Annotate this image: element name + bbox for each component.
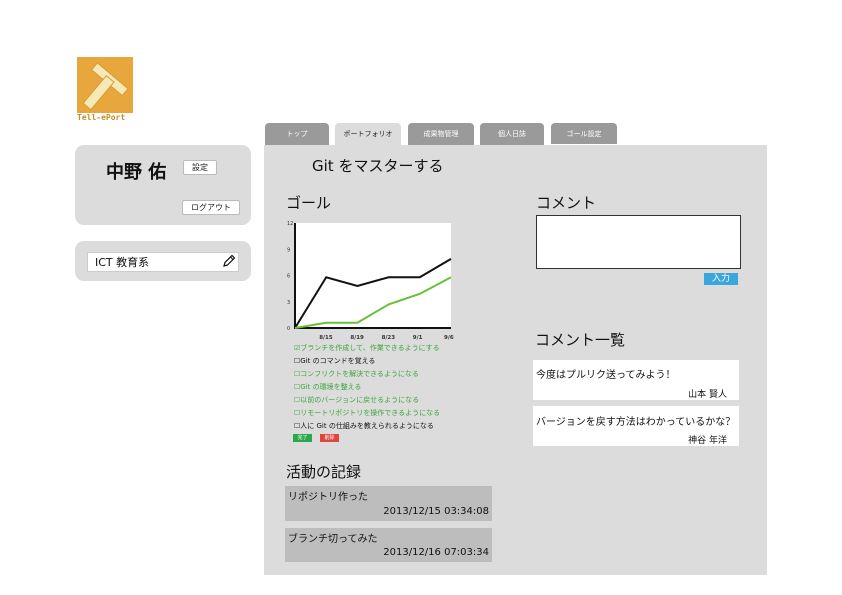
y-tick-label: 6 <box>287 274 290 280</box>
activity-item: ブランチ切ってみた 2013/12/16 07:03:34 <box>285 528 492 562</box>
goal-task-6[interactable]: ☐リモートリポジトリを操作できるようになる <box>294 408 440 418</box>
chart-plot-area <box>295 223 451 328</box>
tab-goal-settings[interactable]: ゴール設定 <box>551 123 617 144</box>
comment-input[interactable] <box>536 215 741 269</box>
comment-text: バージョンを戻す方法はわかっているかな？ <box>536 417 736 428</box>
x-tick-label: 8/19 <box>350 335 364 341</box>
goal-progress-chart: 12 9 6 3 0 8/15 8/19 8/23 9/1 9/6 <box>287 221 454 341</box>
goal-task-5[interactable]: ☐以前のバージョンに戻せるようになる <box>294 395 419 405</box>
logo-mark-icon <box>77 57 133 113</box>
pencil-icon[interactable] <box>221 253 237 269</box>
comment-author: 神谷 年洋 <box>688 436 727 446</box>
y-tick-label: 12 <box>287 221 293 227</box>
comment-section-heading: コメント <box>536 194 597 212</box>
done-button[interactable]: 完了 <box>293 434 312 442</box>
comment-text: 今度はプルリク送ってみよう！ <box>536 370 676 381</box>
goal-task-2[interactable]: ☐Git のコマンドを覚える <box>294 356 375 366</box>
x-tick-label: 9/6 <box>444 335 454 341</box>
tab-portfolio[interactable]: ポートフォリオ <box>335 123 401 145</box>
x-tick-label: 9/1 <box>413 335 423 341</box>
goal-title: Git をマスターする <box>312 157 444 175</box>
settings-button[interactable]: 設定 <box>183 160 217 175</box>
activity-timestamp: 2013/12/16 07:03:34 <box>383 547 489 558</box>
activity-section-heading: 活動の記録 <box>286 463 362 481</box>
activity-text: ブランチ切ってみた <box>288 534 378 545</box>
activity-item: リポジトリ作った 2013/12/15 03:34:08 <box>285 486 492 521</box>
activity-text: リポジトリ作った <box>288 492 368 503</box>
comment-submit-button[interactable]: 入力 <box>704 273 738 285</box>
tab-personal-journal[interactable]: 個人日誌 <box>480 123 544 145</box>
goal-task-4[interactable]: ☐Git の環境を整える <box>294 382 361 392</box>
goal-task-1[interactable]: ☑ブランチを作成して、作業できるようにする <box>294 343 440 353</box>
goal-task-7[interactable]: ☐人に Git の仕組みを教えられるようになる <box>294 421 434 431</box>
comment-item: 今度はプルリク送ってみよう！ 山本 賢人 <box>533 360 739 400</box>
activity-timestamp: 2013/12/15 03:34:08 <box>383 506 489 517</box>
goal-section-heading: ゴール <box>286 194 332 212</box>
app-logo[interactable] <box>77 57 133 113</box>
tab-deliverables[interactable]: 成果物管理 <box>408 123 474 145</box>
x-tick-label: 8/23 <box>382 335 396 341</box>
tab-top[interactable]: トップ <box>265 123 329 145</box>
comment-author: 山本 賢人 <box>688 390 727 400</box>
y-tick-label: 9 <box>287 247 290 253</box>
y-tick-label: 3 <box>287 300 290 306</box>
y-tick-label: 0 <box>287 326 290 332</box>
comment-item: バージョンを戻す方法はわかっているかな？ 神谷 年洋 <box>533 406 739 446</box>
logout-button[interactable]: ログアウト <box>182 200 240 215</box>
user-name: 中野 佑 <box>106 162 167 183</box>
delete-button[interactable]: 削除 <box>320 434 339 442</box>
comment-list-heading: コメント一覧 <box>535 331 626 349</box>
group-name: ICT 教育系 <box>95 256 150 269</box>
goal-task-3[interactable]: ☐コンフリクトを解決できるようになる <box>294 369 419 379</box>
logo-text: Tell-ePort <box>77 113 126 122</box>
x-tick-label: 8/15 <box>319 335 333 341</box>
